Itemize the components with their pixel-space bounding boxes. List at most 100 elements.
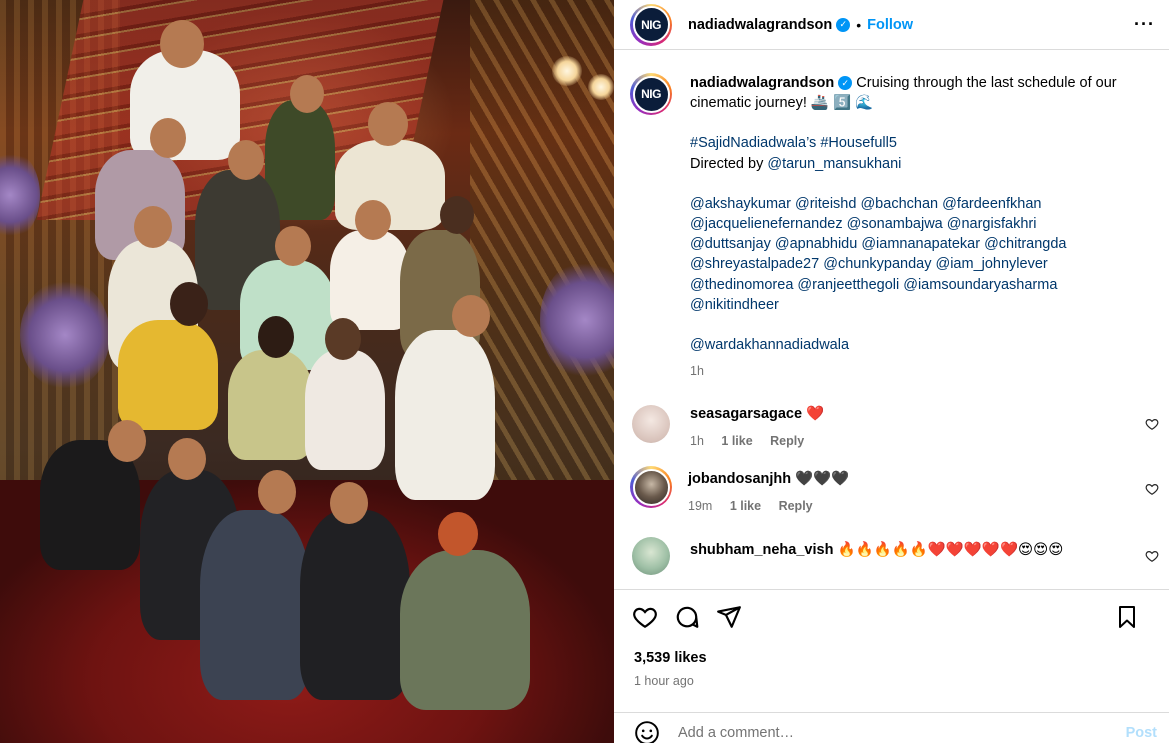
comment-body: seasagarsagace ❤️ 1h 1 like Reply xyxy=(690,405,824,448)
post-side-panel: NIG nadiadwalagrandson ✓ • Follow ··· NI… xyxy=(614,0,1169,743)
separator-dot: • xyxy=(856,16,862,33)
bookmark-icon[interactable] xyxy=(1115,604,1139,630)
avatar-photo xyxy=(632,468,670,506)
post-author-username[interactable]: nadiadwalagrandson xyxy=(688,17,832,33)
person xyxy=(330,230,410,330)
mention-line[interactable]: @thedinomorea @ranjeetthegoli @iamsounda… xyxy=(690,275,1130,295)
comment-text: 🖤🖤🖤 xyxy=(795,471,850,488)
mention-line[interactable]: @jacquelienefernandez @sonambajwa @nargi… xyxy=(690,214,1130,234)
ceiling-lamp xyxy=(552,56,582,86)
reply-button[interactable]: Reply xyxy=(770,434,804,448)
mention-line[interactable]: @nikitindheer xyxy=(690,295,1130,315)
comment-likes[interactable]: 1 like xyxy=(721,434,752,448)
post-image[interactable] xyxy=(0,0,614,743)
person-head xyxy=(452,295,490,337)
mention-line[interactable]: @wardakhannadiadwala xyxy=(690,335,1130,355)
emoji-icon[interactable] xyxy=(634,720,660,743)
person xyxy=(395,330,495,500)
heart-icon[interactable] xyxy=(1145,549,1159,563)
comment-meta: 19m 1 like Reply xyxy=(688,499,849,513)
comment-text: 🔥🔥🔥🔥🔥❤️❤️❤️❤️❤️😍😍😍 xyxy=(837,542,1064,559)
avatar[interactable] xyxy=(630,466,672,509)
heart-icon[interactable] xyxy=(1145,482,1159,496)
person-head xyxy=(368,102,408,146)
avatar[interactable]: NIG xyxy=(630,3,672,46)
person-head xyxy=(440,196,474,234)
ceiling-lamp xyxy=(588,74,614,100)
comment-username[interactable]: seasagarsagace xyxy=(690,406,802,422)
person xyxy=(200,510,310,700)
comment-icon[interactable] xyxy=(674,604,700,630)
person-head xyxy=(290,75,324,113)
post-header: NIG nadiadwalagrandson ✓ • Follow ··· xyxy=(614,0,1169,50)
heart-icon[interactable] xyxy=(1145,417,1159,431)
post-comment-button[interactable]: Post xyxy=(1126,725,1157,741)
reply-button[interactable]: Reply xyxy=(779,499,813,513)
person-head xyxy=(170,282,208,326)
caption-username[interactable]: nadiadwalagrandson xyxy=(690,75,834,91)
comments-scroll-area[interactable]: NIG nadiadwalagrandson ✓ Cruising through… xyxy=(614,51,1169,589)
person-head xyxy=(330,482,368,524)
caption: NIG nadiadwalagrandson ✓ Cruising through… xyxy=(614,51,1169,381)
caption-body: nadiadwalagrandson ✓ Cruising through the… xyxy=(690,73,1130,381)
comment: seasagarsagace ❤️ 1h 1 like Reply xyxy=(614,405,1169,448)
avatar-logo: NIG xyxy=(632,6,670,43)
add-comment-bar: Add a comment… Post xyxy=(614,712,1169,743)
person xyxy=(305,350,385,470)
person-head xyxy=(258,470,296,514)
person-head xyxy=(355,200,391,240)
avatar[interactable]: NIG xyxy=(630,73,672,115)
person xyxy=(118,320,218,430)
comment-body: shubham_neha_vish 🔥🔥🔥🔥🔥❤️❤️❤️❤️❤️😍😍😍 xyxy=(690,537,1063,575)
caption-first-line: nadiadwalagrandson ✓ Cruising through the… xyxy=(690,73,1130,113)
person-head xyxy=(160,20,204,68)
comment-username[interactable]: shubham_neha_vish xyxy=(690,542,833,558)
more-options-icon[interactable]: ··· xyxy=(1134,14,1155,35)
mention-line[interactable]: @duttsanjay @apnabhidu @iamnanapatekar @… xyxy=(690,234,1130,254)
person-head xyxy=(275,226,311,266)
person-head xyxy=(150,118,186,158)
likes-count[interactable]: 3,539 likes xyxy=(614,630,1169,666)
caption-time: 1h xyxy=(690,364,704,379)
comment-text: ❤️ xyxy=(806,406,825,423)
comment-body: jobandosanjhh 🖤🖤🖤 19m 1 like Reply xyxy=(688,466,849,513)
avatar-logo: NIG xyxy=(632,75,670,113)
verified-badge-icon: ✓ xyxy=(838,76,853,91)
action-icons xyxy=(614,590,1169,630)
caption-directed-line: Directed by @tarun_mansukhani xyxy=(690,154,1130,174)
comment-time: 1h xyxy=(690,434,704,449)
heart-icon[interactable] xyxy=(632,604,658,630)
comment-line: seasagarsagace ❤️ xyxy=(690,405,824,422)
post-time[interactable]: 1 hour ago xyxy=(614,666,1169,688)
person xyxy=(400,550,530,710)
person-head xyxy=(108,420,146,462)
comment-meta: 1h 1 like Reply xyxy=(690,434,824,448)
avatar[interactable] xyxy=(632,405,670,444)
comment-time: 19m xyxy=(688,499,713,514)
mention-line[interactable]: @shreyastalpade27 @chunkypanday @iam_joh… xyxy=(690,254,1130,274)
avatar[interactable] xyxy=(632,537,670,576)
person xyxy=(300,510,410,700)
post-actions: 3,539 likes 1 hour ago Add a comment… Po… xyxy=(614,589,1169,743)
comment-input[interactable]: Add a comment… xyxy=(678,725,794,741)
comment: jobandosanjhh 🖤🖤🖤 19m 1 like Reply xyxy=(614,466,1169,513)
verified-badge-icon: ✓ xyxy=(836,17,851,32)
caption-hashtags[interactable]: #SajidNadiadwala’s #Housefull5 xyxy=(690,133,1130,153)
person-head xyxy=(258,316,294,358)
director-mention[interactable]: @tarun_mansukhani xyxy=(767,156,901,172)
mention-line[interactable]: @akshaykumar @riteishd @bachchan @fardee… xyxy=(690,194,1130,214)
person-head xyxy=(325,318,361,360)
person-head xyxy=(134,206,172,248)
comment: shubham_neha_vish 🔥🔥🔥🔥🔥❤️❤️❤️❤️❤️😍😍😍 xyxy=(614,537,1169,576)
follow-button[interactable]: Follow xyxy=(867,17,913,33)
comment-username[interactable]: jobandosanjhh xyxy=(688,471,791,487)
flower-arrangement xyxy=(20,280,110,390)
share-icon[interactable] xyxy=(716,604,742,630)
person xyxy=(228,350,313,460)
directed-prefix: Directed by xyxy=(690,155,764,172)
comment-line: shubham_neha_vish 🔥🔥🔥🔥🔥❤️❤️❤️❤️❤️😍😍😍 xyxy=(690,541,1063,558)
person-head xyxy=(438,512,478,556)
person-head xyxy=(168,438,206,480)
comment-likes[interactable]: 1 like xyxy=(730,499,761,513)
person-head xyxy=(228,140,264,180)
